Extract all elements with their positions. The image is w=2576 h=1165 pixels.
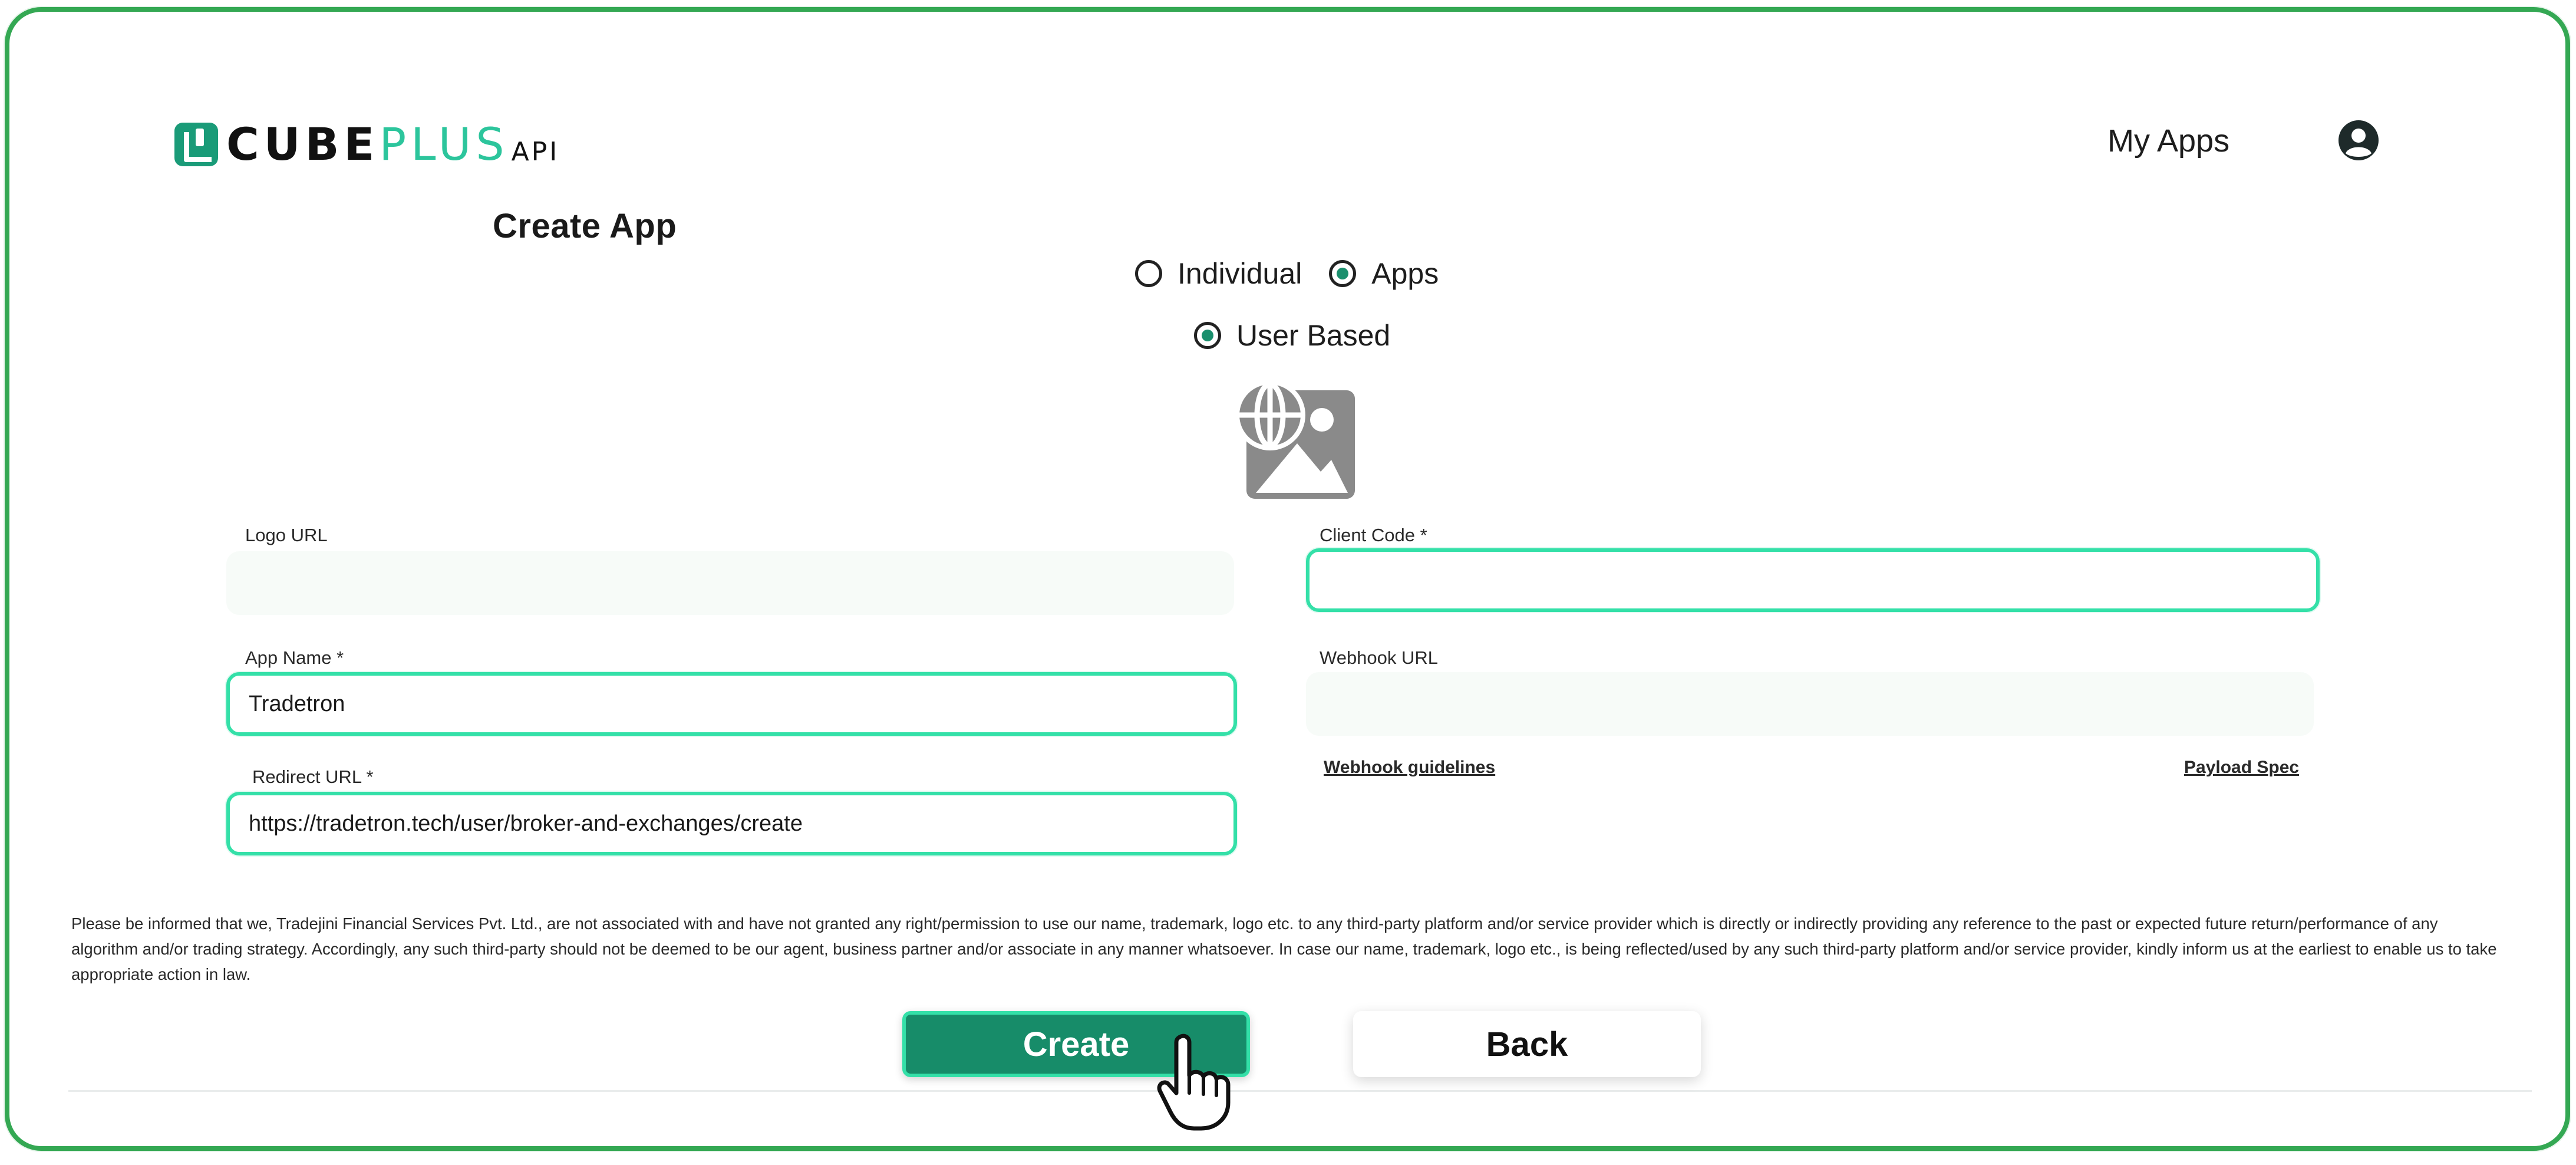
client-code-input[interactable] bbox=[1306, 548, 2320, 612]
webhook-url-input[interactable] bbox=[1306, 672, 2314, 736]
hand-pointer-icon bbox=[1157, 1034, 1231, 1131]
account-type-radio-group: Individual Apps bbox=[1135, 256, 1466, 291]
logo-text-plus: PLUS bbox=[379, 118, 509, 170]
redirect-url-label: Redirect URL * bbox=[252, 766, 374, 787]
logo-url-label: Logo URL bbox=[245, 525, 328, 545]
cubeplus-logo: CUBE PLUS API bbox=[174, 118, 560, 170]
payload-spec-link[interactable]: Payload Spec bbox=[2184, 758, 2299, 778]
client-code-label: Client Code * bbox=[1320, 525, 1427, 545]
radio-individual[interactable] bbox=[1135, 260, 1162, 287]
radio-apps-label: Apps bbox=[1371, 257, 1439, 290]
logo-text-api: API bbox=[511, 137, 560, 167]
radio-user-based[interactable] bbox=[1194, 322, 1221, 349]
radio-apps[interactable] bbox=[1329, 260, 1357, 287]
logo-text-cube: CUBE bbox=[226, 118, 380, 170]
user-circle-icon[interactable] bbox=[2337, 119, 2380, 162]
redirect-url-input[interactable]: https://tradetron.tech/user/broker-and-e… bbox=[226, 792, 1237, 855]
app-name-input[interactable]: Tradetron bbox=[226, 672, 1237, 736]
logo-url-input[interactable] bbox=[226, 551, 1234, 615]
window-frame: CUBE PLUS API My Apps Create App Individ… bbox=[5, 7, 2570, 1151]
app-name-label: App Name * bbox=[245, 647, 344, 668]
page-title: Create App bbox=[493, 207, 677, 245]
back-button[interactable]: Back bbox=[1353, 1011, 1701, 1077]
webhook-url-label: Webhook URL bbox=[1320, 647, 1439, 668]
radio-user-based-label: User Based bbox=[1236, 319, 1391, 352]
create-app-page: CUBE PLUS API My Apps Create App Individ… bbox=[68, 88, 2532, 1092]
cubeplus-logo-icon bbox=[174, 123, 218, 166]
nav-my-apps[interactable]: My Apps bbox=[2107, 123, 2229, 159]
disclaimer-text: Please be informed that we, Tradejini Fi… bbox=[71, 914, 2497, 983]
webhook-guidelines-link[interactable]: Webhook guidelines bbox=[1324, 758, 1495, 778]
user-based-radio-group: User Based bbox=[1194, 318, 1417, 353]
image-web-placeholder-icon[interactable] bbox=[1232, 377, 1362, 507]
radio-individual-label: Individual bbox=[1177, 257, 1302, 290]
